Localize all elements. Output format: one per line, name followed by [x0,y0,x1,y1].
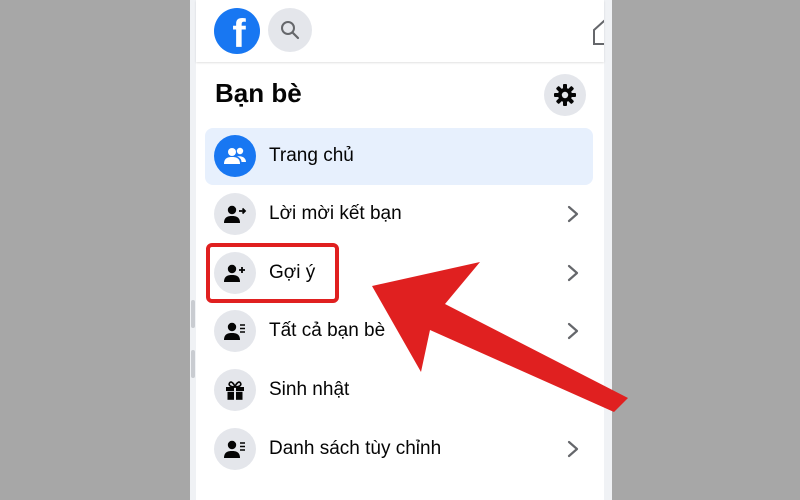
annotation-arrow [372,262,628,412]
